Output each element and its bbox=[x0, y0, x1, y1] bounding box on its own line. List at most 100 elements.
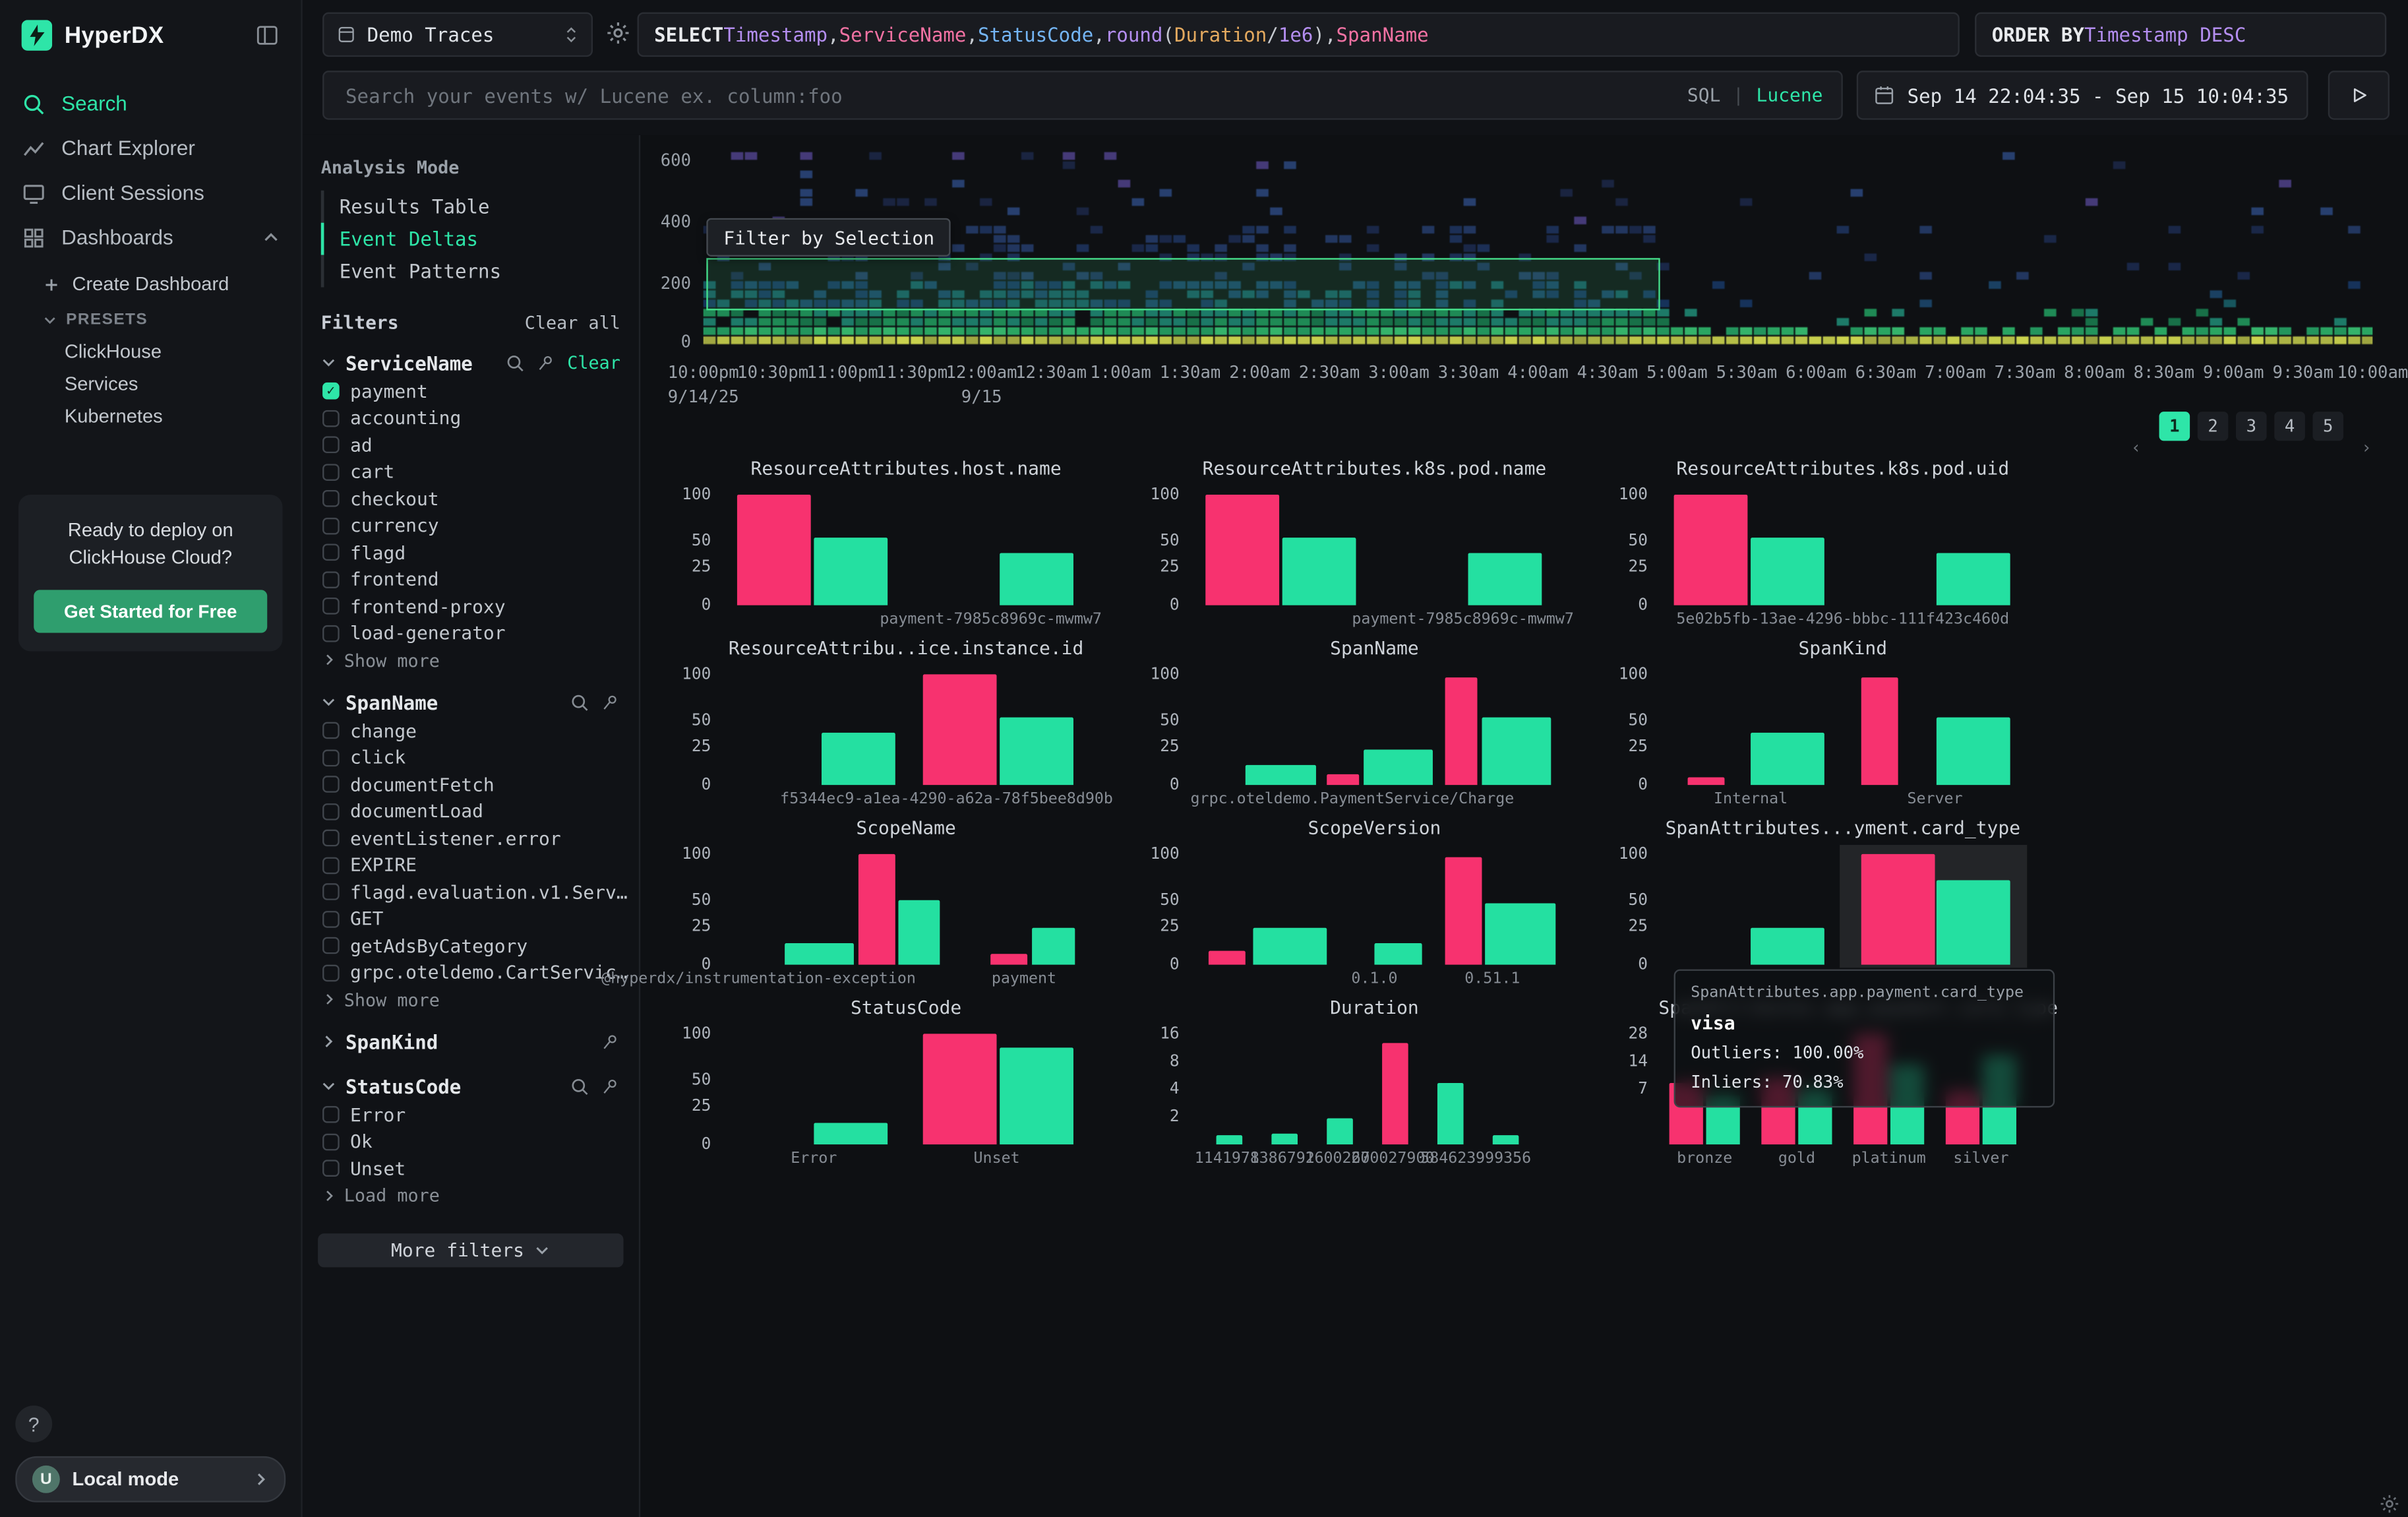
checkbox[interactable] bbox=[322, 410, 340, 427]
filter-option-unset[interactable]: Unset bbox=[303, 1155, 639, 1182]
filter-option-change[interactable]: change bbox=[303, 718, 639, 745]
chart-plot[interactable] bbox=[1658, 674, 2027, 785]
source-settings-gear-icon[interactable] bbox=[605, 20, 632, 46]
filter-option-cart[interactable]: cart bbox=[303, 458, 639, 485]
chart-plot[interactable] bbox=[1190, 1034, 1559, 1144]
analysis-mode-event-deltas[interactable]: Event Deltas bbox=[321, 223, 639, 255]
filter-group-header-spankind[interactable]: SpanKind bbox=[303, 1026, 639, 1057]
lang-toggle-lucene[interactable]: Lucene bbox=[1757, 84, 1823, 106]
search-icon[interactable] bbox=[570, 692, 589, 712]
settings-gear-icon[interactable] bbox=[2379, 1493, 2401, 1515]
checkbox[interactable] bbox=[322, 776, 340, 793]
filter-option-flagd[interactable]: flagd bbox=[303, 539, 639, 566]
checkbox[interactable] bbox=[322, 749, 340, 766]
filter-by-selection-button[interactable]: Filter by Selection bbox=[707, 218, 951, 257]
get-started-button[interactable]: Get Started for Free bbox=[34, 590, 267, 633]
pagination-page-1[interactable]: 1 bbox=[2159, 412, 2190, 441]
chart-plot[interactable] bbox=[722, 1034, 1091, 1144]
sidebar-item-dashboards[interactable]: Dashboards bbox=[0, 215, 301, 260]
filter-group-header-spanname[interactable]: SpanName bbox=[303, 687, 639, 718]
checkbox[interactable] bbox=[322, 964, 340, 981]
filter-clear-button[interactable]: Clear bbox=[567, 352, 620, 373]
preset-item-clickhouse[interactable]: ClickHouse bbox=[0, 336, 301, 369]
checkbox[interactable] bbox=[322, 884, 340, 901]
local-mode-button[interactable]: U Local mode bbox=[15, 1456, 286, 1502]
filter-option-frontend[interactable]: frontend bbox=[303, 566, 639, 593]
lang-toggle-sql[interactable]: SQL bbox=[1687, 84, 1721, 106]
analysis-mode-event-patterns[interactable]: Event Patterns bbox=[321, 255, 639, 288]
checkbox[interactable] bbox=[322, 491, 340, 508]
chart-plot[interactable] bbox=[722, 854, 1091, 965]
presets-toggle[interactable]: PRESETS bbox=[0, 303, 301, 336]
sql-select-editor[interactable]: SELECT Timestamp, ServiceName, StatusCod… bbox=[638, 13, 1960, 57]
filter-option-get[interactable]: GET bbox=[303, 906, 639, 933]
checkbox[interactable] bbox=[322, 437, 340, 454]
filter-option-getadsbycategory[interactable]: getAdsByCategory bbox=[303, 933, 639, 960]
pagination-page-2[interactable]: 2 bbox=[2198, 412, 2229, 441]
filter-option-grpc-oteldemo-cartservic[interactable]: grpc.oteldemo.CartServic… bbox=[303, 959, 639, 986]
chart-plot[interactable] bbox=[1190, 495, 1559, 605]
chart-plot[interactable] bbox=[1190, 674, 1559, 785]
pagination-next[interactable]: › bbox=[2351, 433, 2382, 462]
pagination-page-3[interactable]: 3 bbox=[2236, 412, 2267, 441]
search-icon[interactable] bbox=[506, 353, 526, 373]
search-input[interactable] bbox=[342, 82, 1675, 109]
search-icon[interactable] bbox=[570, 1076, 589, 1096]
filter-option-documentload[interactable]: documentLoad bbox=[303, 798, 639, 825]
pin-icon[interactable] bbox=[601, 1076, 620, 1096]
checkbox[interactable] bbox=[322, 857, 340, 874]
filter-option-ok[interactable]: Ok bbox=[303, 1129, 639, 1156]
chart-plot[interactable] bbox=[722, 495, 1091, 605]
preset-item-kubernetes[interactable]: Kubernetes bbox=[0, 401, 301, 433]
filter-group-header-statuscode[interactable]: StatusCode bbox=[303, 1070, 639, 1101]
pagination-prev[interactable]: ‹ bbox=[2121, 433, 2152, 462]
chart-plot[interactable] bbox=[1658, 854, 2027, 965]
sidebar-item-client-sessions[interactable]: Client Sessions bbox=[0, 171, 301, 216]
filter-option-expire[interactable]: EXPIRE bbox=[303, 851, 639, 879]
checkbox[interactable] bbox=[322, 937, 340, 954]
load-more-button[interactable]: Load more bbox=[303, 1182, 639, 1208]
filter-option-payment[interactable]: ✓payment bbox=[303, 378, 639, 405]
checkbox[interactable] bbox=[322, 1160, 340, 1177]
events-heatmap[interactable] bbox=[704, 148, 2373, 346]
date-range-picker[interactable]: Sep 14 22:04:35 - Sep 15 10:04:35 bbox=[1857, 71, 2308, 120]
chart-plot[interactable] bbox=[1190, 854, 1559, 965]
checkbox[interactable] bbox=[322, 1133, 340, 1150]
show-more-button[interactable]: Show more bbox=[303, 647, 639, 673]
checkbox[interactable] bbox=[322, 625, 340, 642]
checkbox[interactable] bbox=[322, 1106, 340, 1123]
sidebar-item-search[interactable]: Search bbox=[0, 81, 301, 126]
analysis-mode-results-table[interactable]: Results Table bbox=[321, 191, 639, 223]
filter-option-accounting[interactable]: accounting bbox=[303, 405, 639, 432]
filter-option-frontend-proxy[interactable]: frontend-proxy bbox=[303, 593, 639, 620]
chart-plot[interactable] bbox=[1658, 495, 2027, 605]
filter-option-currency[interactable]: currency bbox=[303, 512, 639, 540]
checkbox[interactable] bbox=[322, 464, 340, 481]
pagination-page-5[interactable]: 5 bbox=[2312, 412, 2343, 441]
sidebar-collapse-icon[interactable] bbox=[255, 23, 280, 47]
chart-plot[interactable] bbox=[722, 674, 1091, 785]
filter-option-load-generator[interactable]: load-generator bbox=[303, 620, 639, 647]
filter-group-header-servicename[interactable]: ServiceNameClear bbox=[303, 347, 639, 378]
run-query-button[interactable] bbox=[2328, 71, 2390, 120]
checkbox[interactable] bbox=[322, 517, 340, 534]
checkbox[interactable] bbox=[322, 598, 340, 615]
help-button[interactable]: ? bbox=[15, 1406, 52, 1442]
pin-icon[interactable] bbox=[601, 1032, 620, 1051]
checkbox[interactable] bbox=[322, 544, 340, 561]
checkbox[interactable] bbox=[322, 803, 340, 820]
filter-option-checkout[interactable]: checkout bbox=[303, 485, 639, 512]
create-dashboard-button[interactable]: Create Dashboard bbox=[0, 266, 301, 303]
source-select[interactable]: Demo Traces bbox=[322, 13, 593, 57]
pin-icon[interactable] bbox=[537, 353, 557, 373]
heatmap-selection-rect[interactable] bbox=[707, 258, 1660, 310]
pin-icon[interactable] bbox=[601, 692, 620, 712]
filter-option-click[interactable]: click bbox=[303, 744, 639, 771]
checkbox-checked[interactable]: ✓ bbox=[322, 383, 340, 400]
filter-option-eventlistener-error[interactable]: eventListener.error bbox=[303, 825, 639, 852]
filter-option-flagd-evaluation-v1-serv[interactable]: flagd.evaluation.v1.Serv… bbox=[303, 879, 639, 906]
more-filters-button[interactable]: More filters bbox=[318, 1233, 623, 1266]
clear-all-button[interactable]: Clear all bbox=[525, 312, 620, 334]
order-by-editor[interactable]: ORDER BY Timestamp DESC bbox=[1975, 13, 2386, 57]
checkbox[interactable] bbox=[322, 722, 340, 739]
